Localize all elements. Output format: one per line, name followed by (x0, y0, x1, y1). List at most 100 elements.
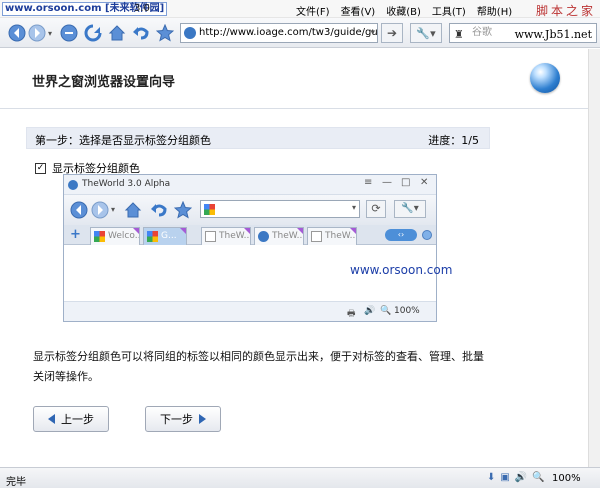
next-step-label: 下一步 (160, 413, 193, 426)
menu-file[interactable]: 文件(F) (296, 3, 330, 18)
wrench-icon: 🔧▾ (416, 26, 436, 40)
preview-close-icon: ✕ (420, 177, 429, 188)
watermark-orsoon-url: www.orsoon.com (5, 3, 102, 14)
preview-wrench-icon: 🔧▾ (394, 200, 426, 218)
preview-image: TheWorld 3.0 Alpha ≡ — □ ✕ ▾ ▾ ⟳ 🔧▾ + We… (63, 174, 437, 322)
next-step-button[interactable]: 下一步 (145, 406, 221, 432)
history-dropdown-icon[interactable]: ▾ (44, 22, 56, 44)
address-dropdown-icon[interactable]: ▾ (370, 24, 375, 42)
preview-tab-active: G... (143, 227, 187, 245)
zoom-icon[interactable]: 🔍 (532, 472, 544, 483)
window-title: 3.0 (134, 3, 150, 14)
tab-group-color-marker (180, 228, 186, 234)
address-input[interactable]: http://www.ioage.com/tw3/guide/gu (199, 27, 377, 38)
google-icon (147, 231, 158, 242)
preview-status-bar: 🖶 🔊 🔍 100% (64, 301, 436, 321)
preview-maximize-icon: □ (401, 177, 411, 188)
preview-new-tab-icon: + (70, 227, 81, 242)
menu-favorites[interactable]: 收藏(B) (386, 3, 421, 18)
search-engine-icon: ♜ (454, 28, 464, 41)
preview-toolbar: ▾ ▾ ⟳ 🔧▾ (64, 195, 436, 225)
preview-tab-dot-icon (422, 230, 432, 240)
preview-globe-icon (68, 180, 78, 190)
tab-group-color-marker (350, 228, 356, 234)
tab-group-color-marker (133, 228, 139, 234)
right-triangle-icon (199, 414, 206, 424)
left-triangle-icon (48, 414, 55, 424)
preview-minimize-icon: — (382, 177, 392, 188)
page-icon (205, 231, 216, 242)
preview-tab: Welco... (90, 227, 140, 245)
preview-home-icon (124, 202, 142, 218)
vertical-scrollbar[interactable] (588, 49, 600, 467)
refresh-button[interactable] (82, 22, 104, 44)
show-tab-group-color-checkbox[interactable]: ✓ (35, 162, 46, 174)
preview-star-icon (174, 201, 192, 219)
google-icon (94, 231, 105, 242)
site-globe-icon (184, 27, 196, 39)
status-icons: ⬇ ▣ 🔊 🔍 (487, 472, 545, 483)
preview-title: TheWorld 3.0 Alpha (82, 179, 171, 189)
stop-button[interactable] (58, 22, 80, 44)
menu-bar: 文件(F) 查看(V) 收藏(B) 工具(T) 帮助(H) (296, 3, 523, 18)
preview-zoom-level: 100% (394, 306, 420, 316)
menu-tools[interactable]: 工具(T) (432, 3, 466, 18)
preview-back-icon (70, 201, 88, 219)
preview-tab-toggle-icon: ‹› (385, 229, 417, 241)
home-icon (108, 25, 126, 41)
tab-group-color-marker (244, 228, 250, 234)
preview-tab: TheW... (201, 227, 251, 245)
globe-icon (258, 231, 269, 242)
address-bar[interactable]: http://www.ioage.com/tw3/guide/gu ▾ (180, 23, 378, 43)
preview-google-icon (204, 204, 215, 215)
home-button[interactable] (106, 22, 128, 44)
watermark-jb51-url: www.Jb51.net (514, 28, 592, 41)
page-title: 世界之窗浏览器设置向导 (32, 75, 176, 90)
go-arrow-icon: ➔ (386, 26, 398, 40)
preview-zoom-icon: 🔍 (380, 306, 392, 316)
status-bar: 完毕 ⬇ ▣ 🔊 🔍 100% (0, 467, 600, 488)
step-text: 第一步：选择是否显示标签分组颜色 (35, 134, 211, 147)
menu-view[interactable]: 查看(V) (341, 3, 376, 18)
search-box[interactable]: ♜ 谷歌 www.Jb51.net (449, 23, 597, 43)
header-divider (0, 108, 588, 109)
preview-undo-icon (151, 204, 167, 217)
tab-group-color-marker (297, 228, 303, 234)
step-bar: 第一步：选择是否显示标签分组颜色 进度：1/5 (26, 127, 490, 149)
preview-history-dropdown-icon: ▾ (111, 205, 116, 214)
undo-close-button[interactable] (130, 22, 152, 44)
undo-icon (133, 27, 149, 40)
stop-icon (60, 24, 78, 42)
preview-forward-icon (91, 201, 109, 219)
title-bar: www.orsoon.com [未来软件园] 3.0 文件(F) 查看(V) 收… (0, 0, 600, 18)
favorites-button[interactable] (154, 22, 176, 44)
progress-text: 进度：1/5 (428, 134, 479, 147)
page-icon (311, 231, 322, 242)
go-button[interactable]: ➔ (381, 23, 403, 43)
volume-icon[interactable]: 🔊 (515, 472, 527, 483)
option-description: 显示标签分组颜色可以将同组的标签以相同的颜色显示出来，便于对标签的查看、管理、批… (33, 350, 484, 383)
tools-menu-button[interactable]: 🔧▾ (410, 23, 442, 43)
zoom-level[interactable]: 100% (552, 473, 581, 484)
watermark-orsoon-mid: www.orsoon.com (350, 263, 453, 277)
preview-volume-icon: 🔊 (364, 306, 376, 316)
back-button[interactable] (6, 22, 28, 44)
watermark-jb51-cn: 脚本之家 (535, 4, 596, 18)
screenshot-icon[interactable]: ▣ (500, 472, 509, 483)
preview-tab-strip: + Welco... G... TheW... TheW... TheW... … (64, 225, 436, 245)
refresh-icon (84, 24, 102, 42)
download-icon[interactable]: ⬇ (487, 472, 495, 483)
globe-logo-icon (530, 63, 560, 93)
preview-address-bar: ▾ (200, 200, 360, 218)
prev-step-button[interactable]: 上一步 (33, 406, 109, 432)
preview-print-icon: 🖶 (347, 309, 356, 319)
status-text: 完毕 (6, 477, 26, 488)
search-input[interactable]: 谷歌 (472, 27, 492, 38)
preview-address-dropdown-icon: ▾ (351, 203, 356, 212)
star-icon (156, 24, 174, 42)
preview-tab: TheW... (307, 227, 357, 245)
preview-tab-label: G... (161, 231, 177, 241)
preview-title-bar: TheWorld 3.0 Alpha ≡ — □ ✕ (64, 175, 436, 195)
back-arrow-icon (8, 24, 26, 42)
menu-help[interactable]: 帮助(H) (477, 3, 512, 18)
